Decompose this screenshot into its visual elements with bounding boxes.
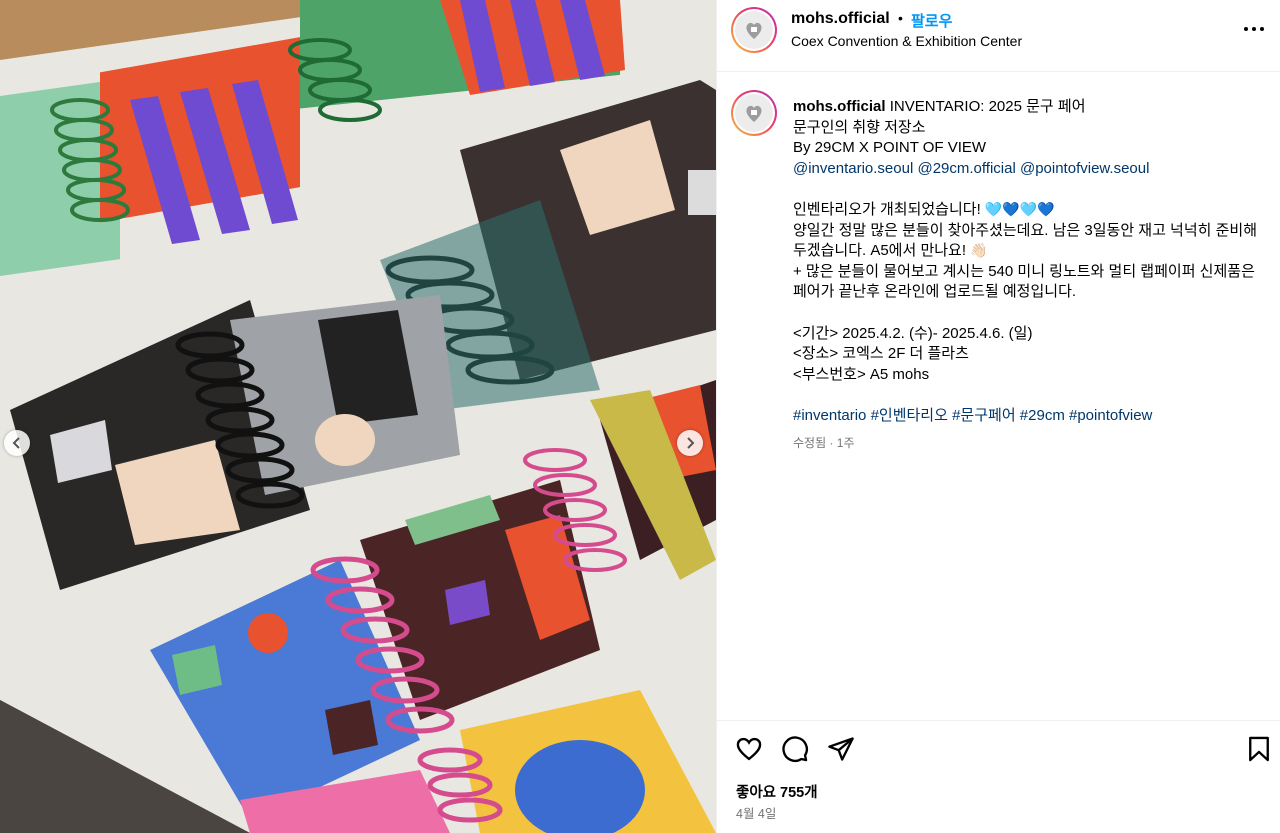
more-options-icon[interactable]: [1243, 18, 1265, 40]
caption-line: By 29CM X POINT OF VIEW: [793, 139, 987, 157]
heart-icon[interactable]: [735, 735, 763, 763]
wave-emoji: 👋🏻: [970, 243, 988, 260]
share-icon[interactable]: [827, 735, 855, 763]
carousel-next-button[interactable]: [677, 430, 703, 456]
mention-link[interactable]: @29cm.official: [917, 160, 1015, 177]
hashtag-link[interactable]: #inventario: [793, 407, 866, 424]
hearts-emoji: 🩵💙🩵💙: [984, 201, 1055, 218]
comment-icon[interactable]: [781, 735, 809, 763]
caption-line: 양일간 정말 많은 분들이 찾아주셨는데요. 남은 3일동안 재고 넉넉히 준비…: [793, 221, 1258, 239]
separator-dot: •: [898, 10, 903, 26]
chevron-right-icon: [687, 437, 695, 449]
bookmark-icon[interactable]: [1245, 735, 1273, 763]
header-username[interactable]: mohs.official: [791, 10, 890, 28]
caption-line: 페어가 끝난후 온라인에 업로드될 예정입니다.: [793, 283, 1077, 301]
hashtag-link[interactable]: #인벤타리오: [871, 407, 948, 424]
likes-count[interactable]: 좋아요 755개: [736, 781, 818, 802]
caption-avatar[interactable]: [731, 90, 777, 136]
chevron-left-icon: [12, 437, 20, 449]
hashtag-link[interactable]: #문구페어: [952, 407, 1016, 424]
hashtag-link[interactable]: #pointofview: [1069, 407, 1152, 424]
post-photo: [0, 0, 716, 833]
caption: mohs.official INVENTARIO: 2025 문구 페어 문구인…: [793, 97, 1273, 427]
caption-username[interactable]: mohs.official: [793, 98, 886, 115]
hashtag-link[interactable]: #29cm: [1020, 407, 1065, 424]
heart-logo-icon: [746, 105, 762, 122]
action-bar: 좋아요 755개 4월 4일: [717, 720, 1280, 833]
caption-line: 인벤타리오가 개최되었습니다!: [793, 200, 985, 218]
post-date[interactable]: 4월 4일: [736, 803, 776, 822]
mention-link[interactable]: @inventario.seoul: [793, 160, 913, 177]
caption-line: 두겠습니다. A5에서 만나요!: [793, 242, 971, 260]
booth-line: <부스번호> A5 mohs: [793, 365, 930, 383]
caption-line: + 많은 분들이 물어보고 계시는 540 미니 링노트와 멀티 랩페이퍼 신제…: [793, 262, 1255, 280]
location-link[interactable]: Coex Convention & Exhibition Center: [791, 33, 1022, 49]
follow-button[interactable]: 팔로우: [911, 10, 952, 31]
edited-timestamp: 수정됨 · 1주: [793, 436, 855, 450]
heart-logo-icon: [746, 22, 762, 39]
caption-title: INVENTARIO: 2025 문구 페어: [889, 98, 1086, 115]
carousel-prev-button[interactable]: [4, 430, 30, 456]
post-media[interactable]: [0, 0, 716, 833]
venue-line: <장소> 코엑스 2F 더 플라츠: [793, 345, 969, 363]
post-header: mohs.official • 팔로우 Coex Convention & Ex…: [717, 0, 1280, 72]
mention-link[interactable]: @pointofview.seoul: [1020, 160, 1149, 177]
post-panel: mohs.official • 팔로우 Coex Convention & Ex…: [716, 0, 1280, 833]
period-line: <기간> 2025.4.2. (수)- 2025.4.6. (일): [793, 324, 1033, 342]
avatar[interactable]: [731, 7, 777, 53]
caption-line: 문구인의 취향 저장소: [793, 118, 926, 136]
